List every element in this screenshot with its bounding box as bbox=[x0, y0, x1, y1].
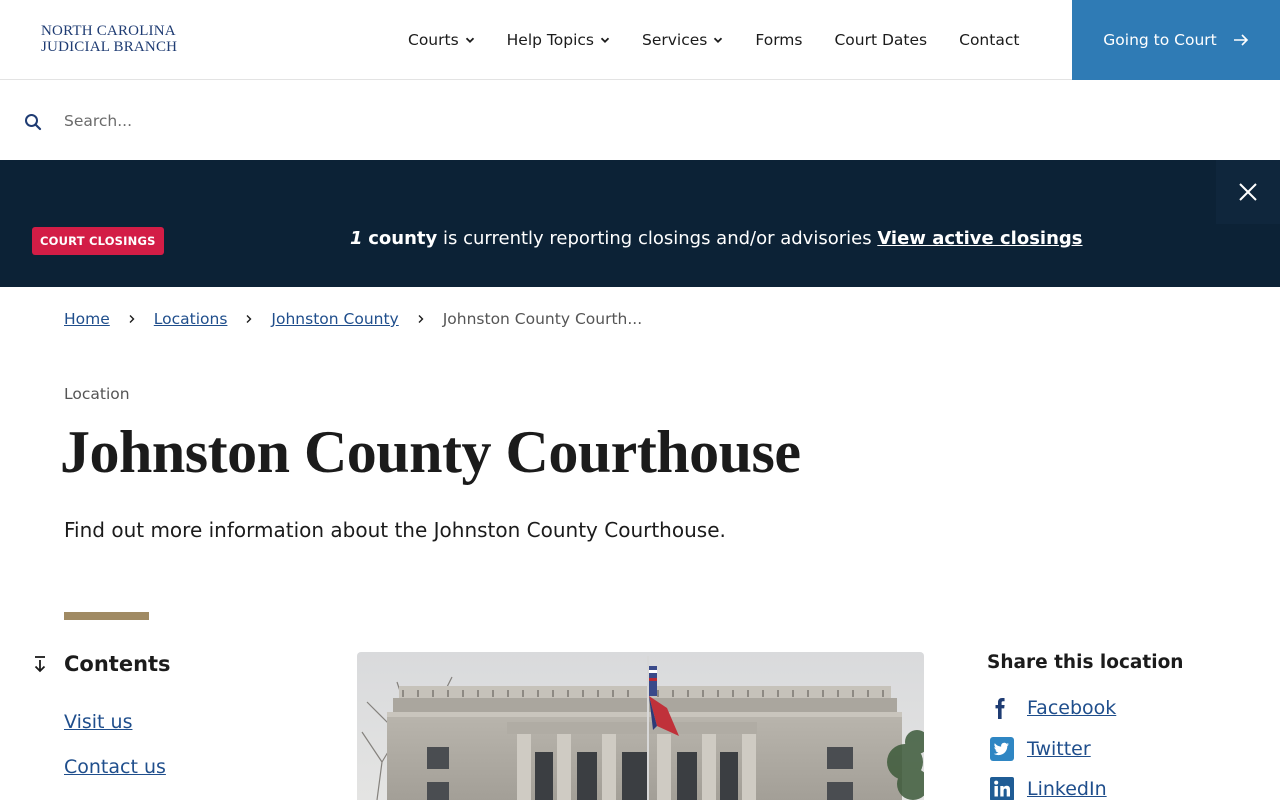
chevron-down-icon bbox=[600, 37, 610, 43]
logo-line-2: JUDICIAL BRANCH bbox=[41, 39, 178, 55]
breadcrumb-home[interactable]: Home bbox=[64, 310, 110, 328]
search-bar bbox=[0, 81, 1280, 160]
court-closings-badge: COURT CLOSINGS bbox=[32, 227, 164, 255]
chevron-right-icon bbox=[246, 315, 252, 323]
twitter-icon bbox=[990, 737, 1014, 761]
nav-help-topics[interactable]: Help Topics bbox=[491, 0, 626, 80]
alert-county-word: county bbox=[368, 228, 438, 249]
chevron-right-icon bbox=[418, 315, 424, 323]
nav-court-dates[interactable]: Court Dates bbox=[818, 0, 943, 80]
share-linkedin-label: LinkedIn bbox=[1027, 778, 1107, 800]
nav-help-topics-label: Help Topics bbox=[506, 31, 594, 49]
alert-message-text: is currently reporting closings and/or a… bbox=[437, 228, 878, 249]
search-icon[interactable] bbox=[24, 113, 42, 131]
contents-link-visit-us[interactable]: Visit us bbox=[64, 711, 132, 733]
nav-forms[interactable]: Forms bbox=[739, 0, 818, 80]
nav-courts-label: Courts bbox=[408, 31, 459, 49]
view-active-closings-link[interactable]: View active closings bbox=[877, 228, 1082, 249]
chevron-right-icon bbox=[129, 315, 135, 323]
breadcrumb-locations[interactable]: Locations bbox=[154, 310, 228, 328]
courthouse-photo bbox=[357, 652, 924, 800]
breadcrumb-current: Johnston County Courth... bbox=[442, 310, 643, 328]
alert-count: 1 bbox=[350, 228, 363, 249]
nav-contact-label: Contact bbox=[959, 31, 1020, 49]
share-facebook-label: Facebook bbox=[1027, 697, 1117, 719]
site-logo[interactable]: NORTH CAROLINA JUDICIAL BRANCH bbox=[41, 23, 177, 55]
contents-link-contact-us[interactable]: Contact us bbox=[64, 756, 166, 778]
linkedin-icon bbox=[990, 777, 1014, 800]
nav-forms-label: Forms bbox=[755, 31, 803, 49]
share-twitter-link[interactable]: Twitter bbox=[987, 736, 1091, 762]
arrow-down-to-line-icon[interactable] bbox=[31, 655, 49, 675]
page-title: Johnston County Courthouse bbox=[60, 419, 801, 485]
nav-contact[interactable]: Contact bbox=[943, 0, 1035, 80]
contents-title: Contents bbox=[64, 652, 171, 676]
main-nav: Courts Help Topics Services Forms Court … bbox=[392, 0, 1035, 80]
nav-courts[interactable]: Courts bbox=[392, 0, 491, 80]
share-title: Share this location bbox=[987, 652, 1184, 673]
logo-line-1: NORTH CAROLINA bbox=[41, 23, 176, 39]
arrow-right-icon bbox=[1233, 34, 1248, 46]
close-icon bbox=[1239, 183, 1257, 201]
accent-divider bbox=[64, 612, 149, 620]
site-header: NORTH CAROLINA JUDICIAL BRANCH Courts He… bbox=[0, 0, 1280, 80]
page-eyebrow: Location bbox=[64, 385, 130, 403]
facebook-icon bbox=[995, 698, 1005, 719]
nav-court-dates-label: Court Dates bbox=[834, 31, 928, 49]
going-to-court-button[interactable]: Going to Court bbox=[1072, 0, 1280, 80]
nav-services[interactable]: Services bbox=[626, 0, 739, 80]
share-facebook-link[interactable]: Facebook bbox=[987, 695, 1116, 721]
going-to-court-label: Going to Court bbox=[1103, 31, 1217, 49]
chevron-down-icon bbox=[714, 37, 723, 43]
court-closings-alert bbox=[0, 160, 1280, 287]
alert-message: 1 county is currently reporting closings… bbox=[350, 228, 1083, 249]
share-linkedin-link[interactable]: LinkedIn bbox=[987, 776, 1107, 800]
share-twitter-label: Twitter bbox=[1027, 738, 1091, 760]
chevron-down-icon bbox=[465, 37, 474, 43]
breadcrumb-johnston-county[interactable]: Johnston County bbox=[271, 310, 398, 328]
breadcrumb: Home Locations Johnston County Johnston … bbox=[64, 310, 642, 328]
alert-close-button[interactable] bbox=[1216, 160, 1280, 224]
search-input[interactable] bbox=[52, 103, 1252, 139]
nav-services-label: Services bbox=[641, 31, 708, 49]
page-description: Find out more information about the John… bbox=[64, 518, 726, 542]
